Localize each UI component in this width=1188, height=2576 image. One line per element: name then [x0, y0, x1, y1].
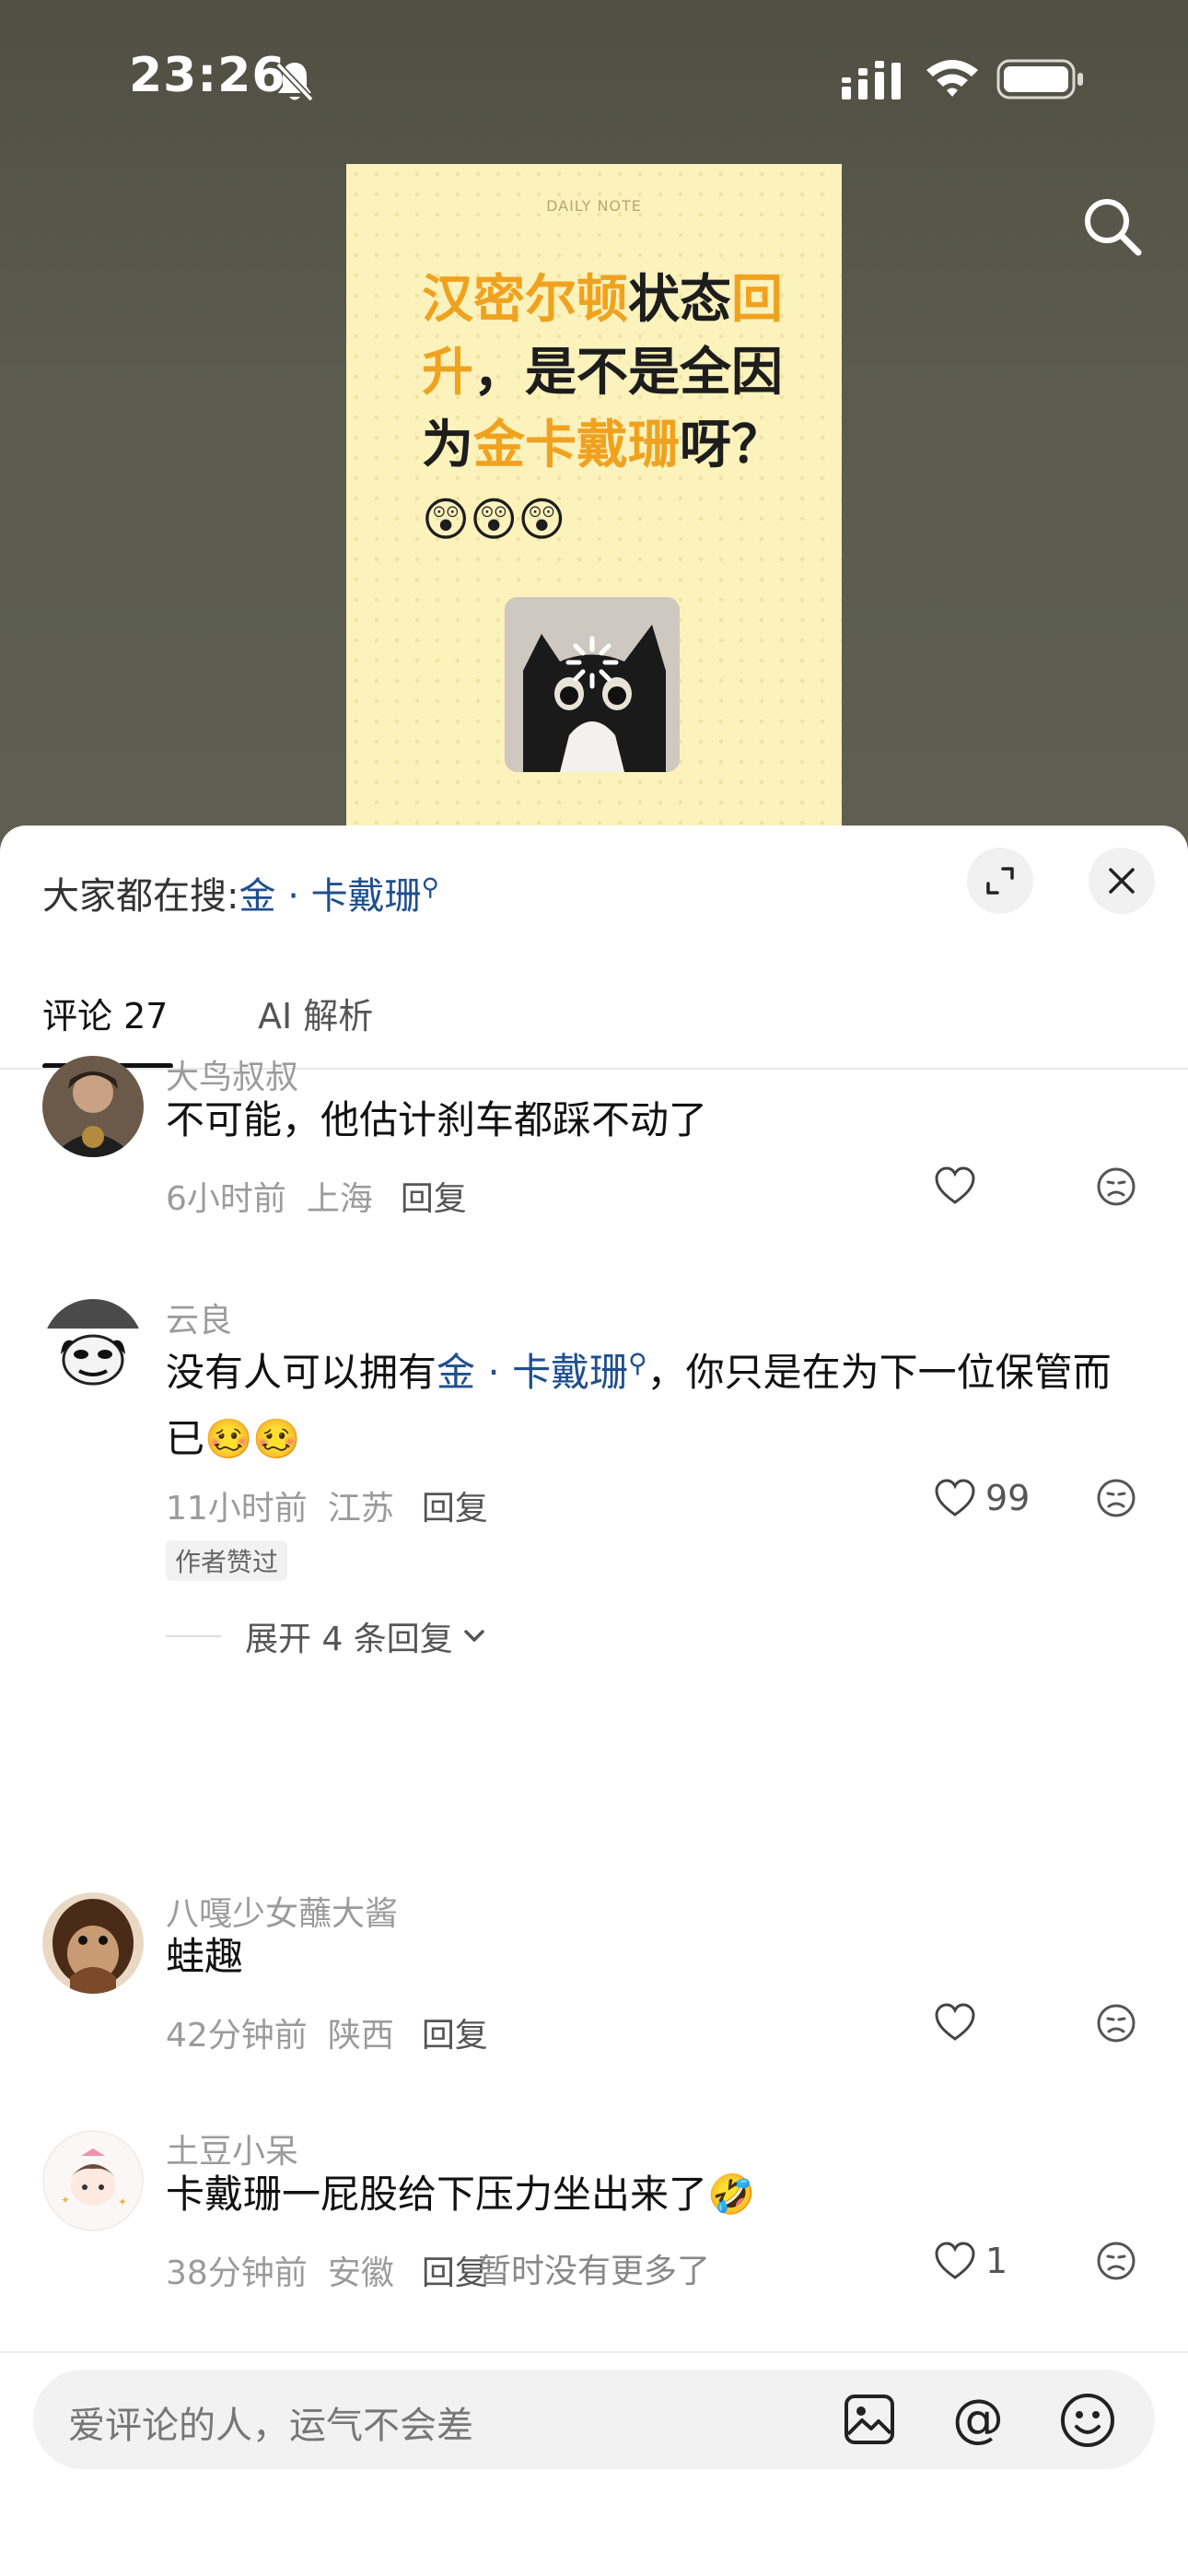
hot-search-prefix: 大家都在搜: [42, 875, 239, 918]
note-header: DAILY NOTE [546, 197, 642, 215]
comment-input-bar[interactable]: 爱评论的人，运气不会差 @ [33, 2370, 1155, 2469]
comment-meta: 6小时前 上海 回复 [166, 1172, 467, 1220]
input-divider [0, 2351, 1188, 2353]
cat-photo [505, 597, 680, 772]
svg-text:✦: ✦ [118, 2195, 127, 2208]
expand-button[interactable] [967, 848, 1033, 914]
hot-search-magnifier-icon: ⚲ [421, 873, 439, 902]
tab-ai-analysis[interactable]: AI 解析 [258, 988, 373, 1038]
comment-time: 6小时前 [166, 1180, 286, 1218]
tab-comments[interactable]: 评论 27 [42, 988, 168, 1038]
note-emoji: 😲😲😲 [422, 493, 566, 546]
svg-text:✦: ✦ [61, 2194, 70, 2207]
close-icon [1109, 868, 1135, 894]
hot-search-bar[interactable]: 大家都在搜:金 · 卡戴珊⚲ [42, 866, 439, 919]
like-count: 99 [985, 1478, 1031, 1518]
comment-time: 42分钟前 [166, 2017, 308, 2055]
hot-search-link[interactable]: 金 · 卡戴珊 [239, 875, 421, 918]
author-liked-badge: 作者赞过 [166, 1540, 288, 1581]
comment-meta: 42分钟前 陕西 回复 [166, 2008, 488, 2056]
comment-sheet: 大家都在搜:金 · 卡戴珊⚲ 评论 27 AI 解析 大鸟叔叔 不可能，他估计刹… [0, 825, 1188, 2576]
signal-icon [842, 61, 901, 100]
reply-button[interactable]: 回复 [422, 1490, 488, 1528]
note-title-part: 汉密尔顿 [422, 270, 628, 330]
comment-search-link[interactable]: 金 · 卡戴珊 [437, 1350, 628, 1395]
like-button[interactable] [934, 2003, 985, 2042]
comment-input-placeholder[interactable]: 爱评论的人，运气不会差 [68, 2395, 473, 2449]
dislike-icon[interactable] [1096, 2003, 1136, 2043]
svg-text:@: @ [952, 2392, 1004, 2447]
avatar[interactable] [42, 1892, 144, 1994]
dislike-icon[interactable] [1096, 1166, 1136, 1207]
comment-location: 陕西 [327, 2017, 394, 2055]
comment-text: 不可能，他估计刹车都踩不动了 [166, 1097, 708, 1142]
heart-icon [935, 1479, 975, 1516]
comment-meta: 11小时前 江苏 回复 [166, 1481, 488, 1529]
comment-text-before: 没有人可以拥有 [166, 1350, 437, 1395]
expand-replies-button[interactable]: 展开 4 条回复 [166, 1612, 486, 1660]
expand-replies-label: 展开 4 条回复 [245, 1621, 453, 1658]
no-more-text: 暂时没有更多了 [477, 2253, 710, 2290]
bell-muted-icon [275, 62, 314, 102]
reply-button[interactable]: 回复 [401, 1180, 467, 1218]
note-card: DAILY NOTE 汉密尔顿状态回升，是不是全因为金卡戴珊呀？ 😲😲😲 [346, 164, 842, 857]
comment-time: 11小时前 [166, 1490, 308, 1528]
battery-icon [996, 59, 1083, 100]
comment-emoji: 🤣 [707, 2172, 756, 2217]
heart-icon [935, 1166, 975, 1204]
expand-icon [986, 867, 1014, 895]
avatar[interactable] [42, 1299, 144, 1400]
avatar[interactable] [42, 1056, 144, 1157]
comment-location: 江苏 [327, 1490, 394, 1528]
note-title-part: 呀？ [680, 416, 783, 475]
note-title: 汉密尔顿状态回升，是不是全因为金卡戴珊呀？ 😲😲😲 [422, 263, 827, 556]
comment-emoji: 🥴🥴 [204, 1416, 301, 1461]
wifi-icon [926, 60, 978, 97]
note-title-part: 金卡戴珊 [473, 416, 680, 475]
dislike-icon[interactable] [1096, 1478, 1136, 1518]
comment-location: 上海 [306, 1180, 373, 1218]
heart-icon [935, 2003, 975, 2041]
expand-replies-dash [166, 1635, 221, 1637]
link-magnifier-icon: ⚲ [628, 1348, 647, 1378]
comment-text-body: 卡戴珊一屁股给下压力坐出来了 [166, 2172, 708, 2217]
close-button[interactable] [1089, 848, 1155, 914]
comment-text: 卡戴珊一屁股给下压力坐出来了🤣 [166, 2161, 1142, 2228]
video-area[interactable]: 23:26 DAILY NOTE 汉密尔顿状态回升，是不是全因为金卡戴珊呀？ 😲… [0, 0, 1188, 857]
emoji-icon[interactable] [1059, 2392, 1116, 2449]
note-title-part: 状态 [628, 270, 731, 330]
comment-text: 蛙趣 [166, 1934, 244, 1979]
at-icon[interactable]: @ [949, 2392, 1007, 2447]
reply-button[interactable]: 回复 [422, 2017, 488, 2055]
chevron-down-icon [464, 1630, 484, 1642]
image-icon[interactable] [842, 2392, 897, 2447]
like-button[interactable] [934, 1166, 985, 1205]
comment-text: 没有人可以拥有金 · 卡戴珊⚲，你只是在为下一位保管而已🥴🥴 [166, 1330, 1142, 1472]
avatar[interactable]: ✦ ✦ [42, 2130, 144, 2231]
like-button[interactable]: 99 [934, 1478, 1030, 1518]
search-icon[interactable] [1079, 193, 1146, 260]
status-time: 23:26 [129, 48, 286, 103]
